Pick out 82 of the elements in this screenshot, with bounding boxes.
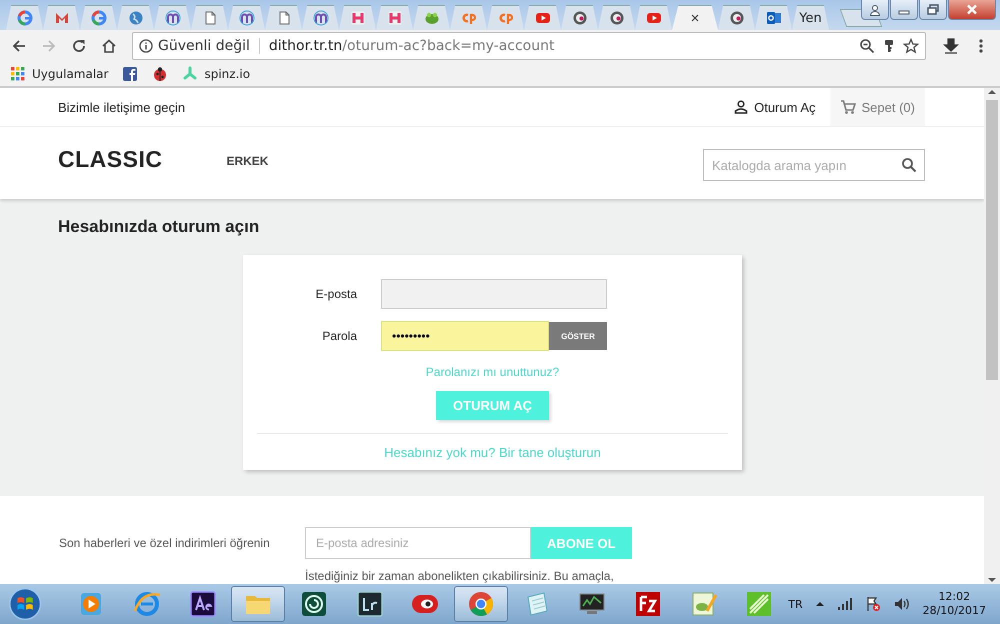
bookmark-link[interactable]: Uygulamalar (32, 67, 108, 81)
sign-in-link[interactable]: Oturum Aç (754, 100, 816, 114)
cart-button[interactable]: Sepet (0) (830, 88, 925, 126)
info-icon (139, 39, 153, 53)
browser-tab[interactable] (265, 5, 302, 30)
clock[interactable]: 12:02 28/10/2017 (922, 590, 986, 618)
minimize-button[interactable] (890, 0, 918, 20)
security-label: Güvenli değil (158, 38, 250, 54)
favicon-icon (164, 10, 180, 26)
browser-tab[interactable] (635, 5, 672, 30)
browser-tab[interactable]: Yen (792, 5, 829, 30)
security-status[interactable]: Güvenli değil (139, 38, 250, 54)
time-text: 12:02 (938, 590, 970, 604)
category-link[interactable]: ERKEK (226, 154, 268, 168)
cart-icon (840, 99, 856, 115)
app-icon (633, 589, 663, 619)
favicon-icon (424, 10, 440, 26)
star-icon[interactable] (903, 38, 919, 54)
close-button[interactable] (948, 0, 996, 20)
favicon-icon (608, 10, 624, 26)
newsletter-note: İstediğiniz bir zaman abonelikten çıkabilirsiniz. Bu amaçla, (305, 569, 615, 583)
language-indicator[interactable]: TR (788, 598, 803, 610)
app-icon (188, 589, 218, 619)
browser-tab[interactable]: × (672, 5, 718, 30)
favicon-icon (128, 10, 144, 26)
bookmark-icon[interactable] (122, 66, 138, 82)
favicon-icon (238, 10, 254, 26)
search-field[interactable]: Katalogda arama yapın (703, 149, 925, 181)
browser-tab[interactable] (524, 5, 561, 30)
store-logo[interactable]: CLASSIC (58, 146, 162, 173)
password-field[interactable]: ••••••••• (381, 321, 549, 351)
browser-tab[interactable] (228, 5, 265, 30)
browser-tab[interactable] (339, 5, 376, 30)
signal-icon[interactable] (836, 597, 853, 611)
contact-link[interactable]: Bizimle iletişime geçin (58, 100, 186, 114)
field-label: E-posta (314, 287, 358, 301)
browser-tab[interactable] (376, 5, 413, 30)
favicon-icon (16, 10, 32, 26)
app-icon (132, 589, 162, 619)
scrollbar[interactable] (984, 88, 1000, 584)
date-text: 28/10/2017 (922, 604, 986, 618)
browser-tab[interactable] (302, 5, 339, 30)
favicon-icon (534, 10, 550, 26)
browser-tab[interactable] (598, 5, 635, 30)
tab-title: Yen (799, 10, 822, 26)
favicon-icon (90, 10, 106, 26)
favicon-icon (54, 10, 70, 26)
close-icon (966, 4, 978, 15)
restore-icon (927, 4, 939, 15)
browser-tab[interactable] (561, 5, 598, 30)
newsletter-email-field[interactable]: E-posta adresiniz (305, 527, 531, 559)
browser-tab[interactable] (154, 5, 191, 30)
tab-close-button[interactable]: × (690, 10, 700, 26)
app-icon (354, 589, 385, 619)
flag-icon[interactable] (864, 596, 881, 612)
show-password-button[interactable]: GÖSTER (549, 322, 607, 350)
tray-expand-icon[interactable] (814, 600, 825, 608)
user-icon (869, 4, 881, 16)
url-text: dithor.tr.tn/oturum-ac?back=my-account (268, 38, 556, 54)
browser-tab[interactable] (191, 5, 228, 30)
favicon-icon (386, 10, 402, 26)
address-bar[interactable]: Güvenli değil dithor.tr.tn/oturum-ac?back=my-account (132, 32, 926, 60)
search-icon[interactable] (901, 157, 917, 173)
profile-button[interactable] (861, 0, 889, 20)
browser-tab[interactable] (718, 5, 755, 30)
field-label: Parola (321, 329, 358, 343)
zoom-icon[interactable] (859, 38, 875, 54)
favicon-icon (350, 10, 366, 26)
page-heading: Hesabınızda oturum açın (58, 217, 260, 237)
speaker-icon[interactable] (892, 596, 911, 612)
favicon-icon (728, 10, 744, 26)
bookmark-icon[interactable] (152, 66, 168, 82)
browser-tab[interactable] (755, 5, 792, 30)
user-icon[interactable] (734, 100, 748, 114)
favicon-icon (312, 10, 328, 26)
favicon-icon (646, 10, 662, 26)
bookmark-link[interactable]: spinz.io (204, 67, 250, 81)
favicon-icon (572, 10, 588, 26)
newsletter-text: Son haberleri ve özel indirimleri öğrenin (59, 536, 271, 550)
favicon-icon (766, 10, 782, 26)
maximize-button[interactable] (919, 0, 947, 20)
email-field[interactable] (381, 279, 607, 309)
